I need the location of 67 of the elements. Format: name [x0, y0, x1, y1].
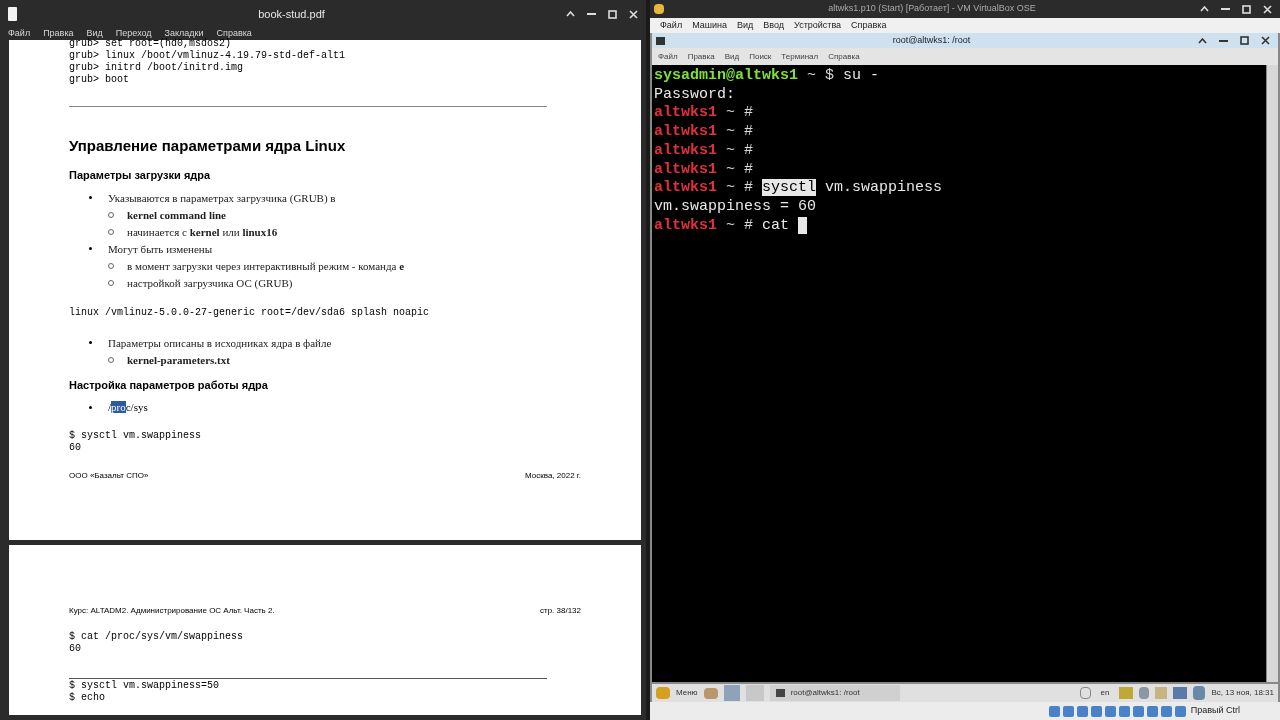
terminal-line: altwks1 ~ # [654, 104, 755, 124]
code-line: $ sysctl vm.swappiness=50 [69, 680, 221, 692]
window-title: book-stud.pdf [257, 6, 326, 22]
document-icon [8, 7, 17, 21]
terminal-line: Password: [654, 85, 736, 105]
menu-button[interactable]: Меню [676, 687, 698, 699]
network-icon[interactable] [1079, 687, 1091, 699]
list-item: Параметры описаны в исходниках ядра в файле [108, 335, 332, 350]
menu-item[interactable]: Файл [8, 27, 31, 41]
chevron-up-icon[interactable] [1198, 37, 1207, 44]
menu-item[interactable]: Правка [43, 27, 74, 41]
host-key-label: Правый Ctrl [1190, 704, 1240, 718]
page-footer: Москва, 2022 г. [525, 469, 581, 482]
bullet-icon [89, 247, 92, 250]
clock[interactable]: Вс, 13 ноя, 18:31 [1211, 687, 1274, 699]
minimize-icon[interactable] [1219, 39, 1228, 42]
menu-item[interactable]: Ввод [763, 18, 784, 33]
page-footer: ООО «Базальт СПО» [69, 469, 149, 482]
menu-item[interactable]: Устройства [794, 18, 842, 33]
close-icon[interactable] [1261, 36, 1270, 45]
taskbar-window-button[interactable]: root@altwks1: /root [769, 685, 900, 701]
section-heading: Управление параметрами ядра Linux [69, 137, 347, 155]
menu-item[interactable]: Машина [692, 18, 727, 33]
code-line: $ cat /proc/sys/vm/swappiness [69, 631, 245, 643]
menu-item[interactable]: Справка [851, 18, 887, 33]
menu-item[interactable]: Вид [724, 50, 740, 63]
list-item: Указываются в параметрах загрузчика (GRUB) в [108, 190, 336, 205]
menu-item[interactable]: Терминал [781, 50, 819, 63]
list-item: в момент загрузки через интерактивный режим - команда e [127, 258, 405, 273]
menu-item[interactable]: Вид [736, 18, 754, 33]
window-title: root@altwks1: /root [891, 33, 972, 47]
list-item: Могут быть изменены [108, 241, 213, 256]
code-line: 60 [69, 643, 82, 655]
terminal-line: altwks1 ~ # sysctl vm.swappiness [654, 179, 944, 198]
code-line: linux /vmlinuz-5.0.0-27-generic root=/dev/sda6 splash noapic [69, 306, 431, 319]
keyboard-layout[interactable]: en [1096, 687, 1114, 699]
code-line: $ echo [69, 692, 106, 704]
bullet-icon [89, 341, 92, 344]
subsection-heading: Настройка параметров работы ядра [69, 377, 269, 393]
page-header: Курс: ALTADM2. Администрирование ОС Альт. Часть 2. [69, 605, 275, 617]
page-header: стр. 38/132 [539, 605, 581, 617]
list-item: начинается с kernel или linux16 [127, 224, 278, 239]
terminal-line: altwks1 ~ # [654, 160, 755, 180]
menu-item[interactable]: Справка [828, 50, 860, 63]
terminal-line: altwks1 ~ # [654, 141, 755, 161]
terminal-line: vm.swappiness = 60 [654, 197, 818, 217]
menu-item[interactable]: Правка [687, 50, 715, 63]
code-line: 60 [69, 441, 82, 454]
terminal-line: sysadmin@altwks1 ~ $ su - [654, 67, 881, 86]
code-line: grub> boot [69, 74, 130, 86]
terminal-line: altwks1 ~ # cat [654, 216, 1266, 236]
code-line: grub> set root=(hd0,msdos2) [69, 38, 232, 50]
subsection-heading: Параметры загрузки ядра [69, 168, 212, 183]
code-line: $ sysctl vm.swappiness [69, 429, 203, 442]
menu-item[interactable]: Файл [660, 18, 683, 33]
code-line: grub> linux /boot/vmlinuz-4.19.79-std-def-alt1 [69, 50, 347, 62]
list-item: настройкой загрузчика ОС (GRUB) [127, 275, 293, 290]
maximize-icon[interactable] [1240, 36, 1249, 45]
menu-item[interactable]: Поиск [749, 50, 772, 63]
code-line: grub> initrd /boot/initrd.img [69, 62, 245, 74]
bullet-icon [89, 405, 92, 409]
menu-item[interactable]: Файл [658, 50, 678, 63]
list-item: kernel command line [127, 207, 226, 222]
bullet-icon [89, 196, 92, 199]
list-item: kernel-parameters.txt [127, 352, 230, 367]
terminal-line: altwks1 ~ # [654, 123, 755, 142]
window-title: altwks1.p10 (Start) [Работает] - VM VirtualBox OSE [827, 2, 1037, 16]
